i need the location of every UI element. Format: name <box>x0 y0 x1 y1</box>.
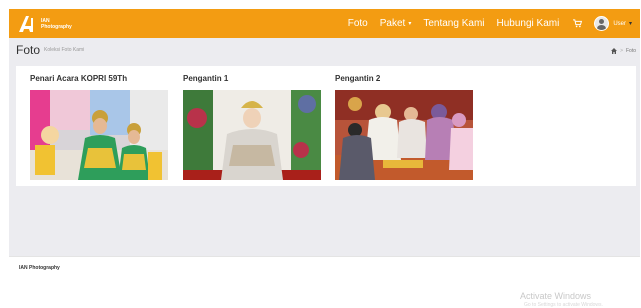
breadcrumb: > Foto <box>611 48 636 54</box>
gallery-item-title: Penari Acara KOPRI 59Th <box>30 74 128 83</box>
nav-menu: Foto Paket ▾ Tentang Kami Hubungi Kami U… <box>336 9 640 38</box>
gallery-item-title: Pengantin 2 <box>335 74 381 83</box>
nav-paket[interactable]: Paket ▾ <box>380 18 412 29</box>
nav-hubungi-kami[interactable]: Hubungi Kami <box>497 18 560 29</box>
nav-tentang-kami[interactable]: Tentang Kami <box>423 18 484 29</box>
windows-activation-subtitle: Go to Settings to activate Windows. <box>524 302 603 308</box>
photo-dancers[interactable] <box>30 90 168 180</box>
user-label: User <box>613 20 626 27</box>
nav-hubungi-label: Hubungi Kami <box>496 18 560 29</box>
chevron-down-icon: ▾ <box>408 21 412 27</box>
page-subtitle: Koleksi Foto Kami <box>44 47 85 53</box>
gallery-box: Penari Acara KOPRI 59Th Pengantin 1 Peng… <box>16 66 636 186</box>
home-icon[interactable] <box>611 48 618 54</box>
breadcrumb-current: Foto <box>625 48 636 54</box>
content-header: Foto Koleksi Foto Kami > Foto <box>16 43 636 63</box>
footer-text: IAN Photography <box>19 265 60 271</box>
nav-tentang-label: Tentang Kami <box>423 18 485 29</box>
page-title: Foto <box>16 43 41 57</box>
app-window: IAN Photography Foto Paket ▾ Tentang Kam… <box>9 9 640 277</box>
footer: IAN Photography <box>9 256 640 278</box>
brand-line-2: Photography <box>41 23 72 30</box>
nav-foto[interactable]: Foto <box>348 18 368 29</box>
windows-activation-watermark: Activate Windows <box>520 291 592 301</box>
photo-bride-2[interactable] <box>335 90 473 180</box>
photo-bride-1[interactable] <box>183 90 321 180</box>
top-navbar: IAN Photography Foto Paket ▾ Tentang Kam… <box>9 9 640 38</box>
ian-logo-icon <box>19 15 33 32</box>
cart-icon[interactable] <box>573 19 583 28</box>
brand-text: IAN Photography <box>41 18 72 30</box>
chevron-down-icon: ▾ <box>628 21 632 27</box>
gallery-item-title: Pengantin 1 <box>183 74 229 83</box>
user-menu[interactable]: User ▾ <box>594 16 632 31</box>
nav-foto-label: Foto <box>347 18 368 29</box>
brand[interactable]: IAN Photography <box>18 15 72 33</box>
avatar <box>594 16 610 31</box>
nav-paket-label: Paket <box>379 18 406 29</box>
breadcrumb-separator: > <box>620 48 623 54</box>
